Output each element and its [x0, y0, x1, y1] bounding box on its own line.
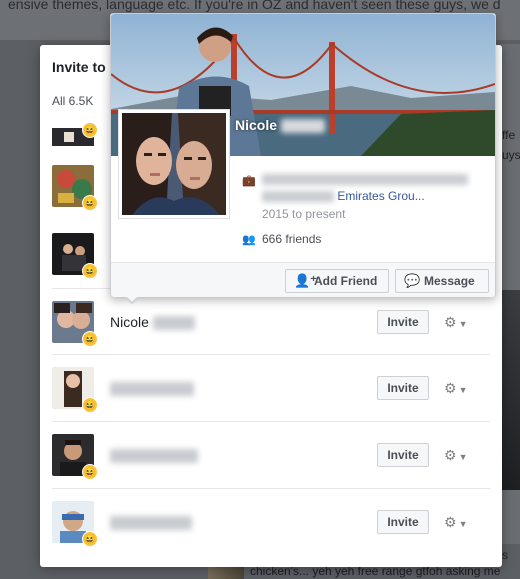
- row-settings-button[interactable]: ⚙ ▼: [444, 510, 478, 534]
- invite-button[interactable]: Invite: [377, 310, 429, 334]
- blurred-name: [110, 516, 192, 531]
- blurred-name: [110, 449, 198, 464]
- job-employer: Emirates Grou...: [262, 189, 425, 203]
- background-photo: [502, 290, 520, 490]
- job-period: 2015 to present: [262, 207, 346, 221]
- friend-name: [110, 380, 194, 397]
- briefcase-icon: 💼: [242, 175, 256, 187]
- avatar: 😆: [52, 501, 98, 547]
- background-side-text: uys: [502, 148, 520, 162]
- row-settings-button[interactable]: ⚙ ▼: [444, 443, 478, 467]
- profile-hovercard: Nicole 💼 Emirates Grou... 2015 to presen…: [110, 13, 496, 304]
- hovercard-actions: 👤⁺ Add Friend 💬 Message: [111, 262, 495, 297]
- table-row: 😆 Invite ⚙ ▼: [52, 489, 490, 556]
- message-button[interactable]: 💬 Message: [395, 269, 489, 293]
- table-row: 😆 Invite ⚙ ▼: [52, 355, 490, 422]
- blurred-name: [110, 382, 194, 397]
- laughing-emoji-icon: 😆: [82, 263, 98, 279]
- invite-button[interactable]: Invite: [377, 376, 429, 400]
- table-row: 😆 Nicole Invite ⚙ ▼: [52, 288, 490, 355]
- tab-all-friends[interactable]: All 6.5K: [52, 94, 93, 108]
- profile-photo: [122, 113, 226, 215]
- dialog-title: Invite to: [52, 59, 106, 75]
- laughing-emoji-icon: 😆: [82, 331, 98, 347]
- background-thumbnail: [208, 566, 244, 579]
- invite-button[interactable]: Invite: [377, 510, 429, 534]
- friend-name: [110, 447, 198, 464]
- friend-name: Nicole: [110, 314, 195, 331]
- add-friend-button[interactable]: 👤⁺ Add Friend: [285, 269, 389, 293]
- blurred-job-title: [262, 174, 468, 186]
- friends-icon: 👥: [242, 234, 256, 246]
- blurred-job-title-2: [262, 191, 334, 203]
- blurred-surname: [280, 119, 325, 134]
- background-side-text: ffe: [502, 128, 516, 142]
- gear-icon: ⚙: [444, 380, 457, 396]
- friend-name: [110, 514, 192, 531]
- laughing-emoji-icon: 😆: [82, 531, 98, 547]
- profile-picture[interactable]: [118, 109, 230, 219]
- row-settings-button[interactable]: ⚙ ▼: [444, 310, 478, 334]
- background-post-text: ensive themes, language etc. If you're i…: [8, 0, 501, 12]
- avatar: 😆: [52, 367, 98, 413]
- avatar: 😆: [52, 165, 98, 211]
- invite-button[interactable]: Invite: [377, 443, 429, 467]
- blurred-surname: [152, 316, 195, 331]
- profile-name[interactable]: Nicole: [235, 117, 325, 134]
- laughing-emoji-icon: 😆: [82, 397, 98, 413]
- messenger-icon: 💬: [404, 273, 421, 288]
- job-title: [262, 172, 468, 186]
- hovercard-pointer: [125, 296, 139, 304]
- avatar: 😆: [52, 233, 98, 279]
- employer-link[interactable]: Emirates Grou...: [337, 189, 424, 203]
- table-row: 😆 Invite ⚙ ▼: [52, 422, 490, 489]
- avatar: 😆: [52, 434, 98, 480]
- background-side-text: s: [502, 548, 508, 562]
- chevron-down-icon: ▼: [458, 385, 468, 395]
- chevron-down-icon: ▼: [458, 452, 468, 462]
- laughing-emoji-icon: 😆: [82, 464, 98, 480]
- friend-count[interactable]: 666 friends: [262, 232, 321, 246]
- chevron-down-icon: ▼: [458, 519, 468, 529]
- laughing-emoji-icon: 😆: [82, 195, 98, 211]
- row-settings-button[interactable]: ⚙ ▼: [444, 376, 478, 400]
- gear-icon: ⚙: [444, 314, 457, 330]
- add-friend-icon: 👤⁺: [294, 273, 318, 288]
- laughing-emoji-icon: 😆: [82, 122, 98, 138]
- avatar: 😆: [52, 301, 98, 347]
- gear-icon: ⚙: [444, 514, 457, 530]
- avatar: 😆: [52, 116, 98, 146]
- gear-icon: ⚙: [444, 447, 457, 463]
- chevron-down-icon: ▼: [458, 319, 468, 329]
